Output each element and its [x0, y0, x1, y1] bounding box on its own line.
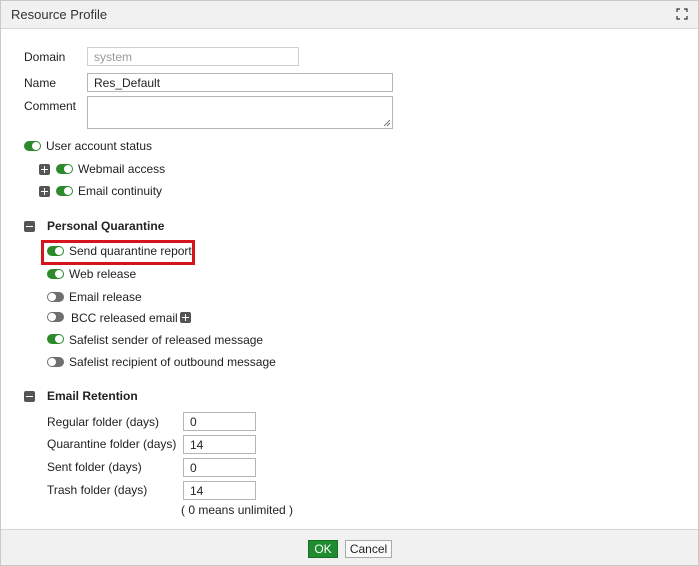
email-release-label: Email release	[69, 290, 142, 304]
webmail-access-toggle[interactable]	[56, 164, 73, 174]
retention-note: ( 0 means unlimited )	[181, 503, 294, 517]
name-field[interactable]	[87, 73, 393, 92]
email-continuity-expand-plus-icon[interactable]	[39, 186, 50, 197]
email-retention-collapse-minus-icon[interactable]	[24, 391, 35, 402]
web-release-label: Web release	[69, 267, 137, 281]
comment-field[interactable]	[87, 96, 393, 129]
webmail-expand-plus-icon[interactable]	[39, 164, 50, 175]
email-continuity-label: Email continuity	[78, 184, 163, 198]
regular-folder-label: Regular folder (days)	[47, 415, 160, 429]
bcc-released-email-toggle[interactable]	[47, 312, 64, 322]
dialog-title: Resource Profile	[11, 7, 108, 22]
sent-folder-input[interactable]	[183, 458, 256, 477]
personal-quarantine-title: Personal Quarantine	[47, 219, 165, 233]
email-continuity-toggle[interactable]	[56, 186, 73, 196]
quarantine-folder-input[interactable]	[183, 435, 256, 454]
user-account-status-toggle[interactable]	[24, 141, 41, 151]
safelist-sender-label: Safelist sender of released message	[69, 333, 264, 347]
email-retention-title: Email Retention	[47, 389, 138, 403]
quarantine-folder-label: Quarantine folder (days)	[47, 437, 177, 451]
ok-button[interactable]: OK	[308, 540, 338, 558]
title-bar: Resource Profile	[1, 1, 698, 29]
comment-label: Comment	[24, 99, 77, 113]
safelist-recipient-toggle[interactable]	[47, 357, 64, 367]
expand-icon[interactable]	[676, 8, 688, 20]
name-label: Name	[24, 76, 57, 90]
send-quarantine-report-toggle[interactable]	[47, 246, 64, 256]
trash-folder-label: Trash folder (days)	[47, 483, 148, 497]
regular-folder-input[interactable]	[183, 412, 256, 431]
domain-label: Domain	[24, 50, 66, 64]
web-release-toggle[interactable]	[47, 269, 64, 279]
bcc-released-email-label: BCC released email	[71, 311, 178, 325]
cancel-button[interactable]: Cancel	[345, 540, 392, 558]
personal-quarantine-collapse-minus-icon[interactable]	[24, 221, 35, 232]
domain-field[interactable]	[87, 47, 299, 66]
safelist-recipient-label: Safelist recipient of outbound message	[69, 355, 276, 369]
sent-folder-label: Sent folder (days)	[47, 460, 142, 474]
safelist-sender-toggle[interactable]	[47, 334, 64, 344]
trash-folder-input[interactable]	[183, 481, 256, 500]
webmail-access-label: Webmail access	[78, 162, 166, 176]
send-quarantine-report-label: Send quarantine report	[69, 244, 192, 258]
resource-profile-dialog: Resource Profile Domain Name Comment Use…	[0, 0, 699, 566]
user-account-status-label: User account status	[46, 139, 153, 153]
email-release-toggle[interactable]	[47, 292, 64, 302]
bcc-add-plus-icon[interactable]	[180, 312, 191, 323]
